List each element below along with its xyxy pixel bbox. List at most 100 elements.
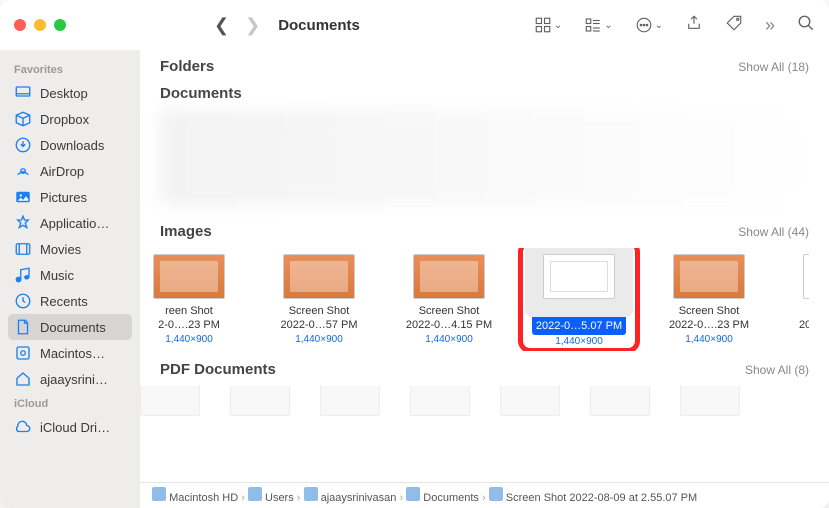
content-area: Folders Show All (18) Documents Images S… bbox=[140, 50, 829, 508]
group-button[interactable]: ⌄ bbox=[584, 16, 612, 34]
titlebar: ❮ ❯ Documents ⌄ ⌄ ⌄ » bbox=[0, 0, 829, 50]
thumb-preview bbox=[803, 254, 809, 299]
thumb-dimensions: 1,440×900 bbox=[295, 334, 343, 345]
sidebar-item-label: Downloads bbox=[40, 138, 104, 153]
sidebar-item-pictures[interactable]: Pictures bbox=[8, 184, 132, 210]
thumb-filename: Screen Shot2022-0….53 PM bbox=[799, 305, 809, 333]
show-all-pdf[interactable]: Show All (8) bbox=[745, 363, 809, 377]
image-thumb[interactable]: reen Shot2-0….23 PM1,440×900 bbox=[140, 254, 240, 347]
sidebar-item-music[interactable]: Music bbox=[8, 262, 132, 288]
path-separator: › bbox=[241, 492, 245, 504]
thumb-filename: Screen Shot2022-0….23 PM bbox=[669, 305, 749, 333]
sidebar-item-macintos[interactable]: Macintos… bbox=[8, 340, 132, 366]
thumb-preview bbox=[153, 254, 225, 299]
thumb-filename: reen Shot2-0….23 PM bbox=[158, 305, 220, 333]
thumb-filename: Screen Shot2022-0…57 PM bbox=[280, 305, 357, 333]
zoom-window-button[interactable] bbox=[54, 19, 66, 31]
thumb-preview bbox=[283, 254, 355, 299]
share-button[interactable] bbox=[685, 14, 703, 37]
sidebar-item-label: iCloud Dri… bbox=[40, 420, 110, 435]
sidebar-item-airdrop[interactable]: AirDrop bbox=[8, 158, 132, 184]
path-segment[interactable]: Documents bbox=[423, 492, 479, 504]
path-segment[interactable]: Users bbox=[265, 492, 294, 504]
pdf-thumb[interactable] bbox=[320, 386, 380, 416]
tags-button[interactable] bbox=[725, 14, 743, 37]
traffic-lights bbox=[14, 19, 66, 31]
sidebar-item-label: AirDrop bbox=[40, 164, 84, 179]
image-icon bbox=[14, 188, 32, 206]
path-separator: › bbox=[482, 492, 486, 504]
image-thumb[interactable]: Screen Shot2022-0…57 PM1,440×900 bbox=[268, 254, 370, 347]
pdf-thumb[interactable] bbox=[500, 386, 560, 416]
sidebar-item-label: Applicatio… bbox=[40, 216, 109, 231]
sidebar-item-label: Desktop bbox=[40, 86, 88, 101]
overflow-button[interactable]: » bbox=[765, 15, 775, 36]
sidebar-item-label: Dropbox bbox=[40, 112, 89, 127]
pdf-thumb[interactable] bbox=[410, 386, 470, 416]
path-segment[interactable]: Screen Shot 2022-08-09 at 2.55.07 PM bbox=[506, 492, 697, 504]
sidebar-item-applicatio[interactable]: Applicatio… bbox=[8, 210, 132, 236]
image-thumb[interactable]: Screen Shot2022-0…5.07 PM1,440×900 bbox=[528, 254, 630, 347]
sidebar-item-dropbox[interactable]: Dropbox bbox=[8, 106, 132, 132]
music-icon bbox=[14, 266, 32, 284]
clock-icon bbox=[14, 292, 32, 310]
path-segment[interactable]: ajaaysrinivasan bbox=[321, 492, 397, 504]
sidebar-item-label: Recents bbox=[40, 294, 88, 309]
back-button[interactable]: ❮ bbox=[214, 15, 229, 36]
toolbar: ⌄ ⌄ ⌄ » bbox=[534, 14, 815, 37]
sidebar-item-recents[interactable]: Recents bbox=[8, 288, 132, 314]
sidebar-item-label: Music bbox=[40, 268, 74, 283]
thumb-preview bbox=[673, 254, 745, 299]
documents-blurred-row bbox=[160, 110, 809, 205]
path-segment[interactable]: Macintosh HD bbox=[169, 492, 238, 504]
download-icon bbox=[14, 136, 32, 154]
sidebar-item-label: Documents bbox=[40, 320, 106, 335]
section-title-documents: Documents bbox=[160, 85, 242, 102]
sidebar-item-label: Macintos… bbox=[40, 346, 105, 361]
document-icon bbox=[14, 318, 32, 336]
thumb-preview bbox=[413, 254, 485, 299]
image-thumb[interactable]: Screen Shot2022-0….23 PM1,440×900 bbox=[658, 254, 760, 347]
close-window-button[interactable] bbox=[14, 19, 26, 31]
pdf-thumb[interactable] bbox=[230, 386, 290, 416]
image-thumb[interactable]: Screen Shot2022-0…4.15 PM1,440×900 bbox=[398, 254, 500, 347]
section-folders: Folders Show All (18) bbox=[140, 50, 829, 85]
sidebar-item-downloads[interactable]: Downloads bbox=[8, 132, 132, 158]
sidebar-header-favorites: Favorites bbox=[14, 64, 132, 76]
search-button[interactable] bbox=[797, 14, 815, 37]
view-grid-button[interactable]: ⌄ bbox=[534, 16, 562, 34]
sidebar-item-label: Pictures bbox=[40, 190, 87, 205]
path-separator: › bbox=[399, 492, 403, 504]
sidebar: Favorites Desktop Dropbox Downloads AirDrop… bbox=[0, 50, 140, 508]
pdf-thumb[interactable] bbox=[590, 386, 650, 416]
section-pdf: PDF Documents Show All (8) bbox=[140, 353, 829, 426]
show-all-images[interactable]: Show All (44) bbox=[738, 225, 809, 239]
content-scroll[interactable]: Folders Show All (18) Documents Images S… bbox=[140, 50, 829, 482]
sidebar-item-iclouddri[interactable]: iCloud Dri… bbox=[8, 414, 132, 440]
action-menu-button[interactable]: ⌄ bbox=[635, 16, 663, 34]
sidebar-item-label: Movies bbox=[40, 242, 81, 257]
section-documents: Documents bbox=[140, 85, 829, 215]
minimize-window-button[interactable] bbox=[34, 19, 46, 31]
sidebar-item-ajaaysrini[interactable]: ajaaysrini… bbox=[8, 366, 132, 392]
show-all-folders[interactable]: Show All (18) bbox=[738, 60, 809, 74]
window-title: Documents bbox=[278, 17, 360, 34]
thumb-dimensions: 1,440×900 bbox=[165, 334, 213, 345]
thumb-filename: Screen Shot2022-0…5.07 PM bbox=[532, 305, 626, 335]
path-folder-icon bbox=[248, 487, 262, 501]
pdf-thumb[interactable] bbox=[140, 386, 200, 416]
sidebar-item-desktop[interactable]: Desktop bbox=[8, 80, 132, 106]
thumb-dimensions: 1,440×900 bbox=[425, 334, 473, 345]
cloud-icon bbox=[14, 418, 32, 436]
airdrop-icon bbox=[14, 162, 32, 180]
section-title-images: Images bbox=[160, 223, 212, 240]
path-folder-icon bbox=[304, 487, 318, 501]
finder-window: ❮ ❯ Documents ⌄ ⌄ ⌄ » Favorites Desktop D… bbox=[0, 0, 829, 508]
sidebar-item-documents[interactable]: Documents bbox=[8, 314, 132, 340]
path-folder-icon bbox=[152, 487, 166, 501]
pdf-thumb[interactable] bbox=[680, 386, 740, 416]
sidebar-item-movies[interactable]: Movies bbox=[8, 236, 132, 262]
sidebar-header-icloud: iCloud bbox=[14, 398, 132, 410]
forward-button[interactable]: ❯ bbox=[245, 15, 260, 36]
image-thumb[interactable]: Screen Shot2022-0….53 PM829×508 bbox=[788, 254, 809, 347]
